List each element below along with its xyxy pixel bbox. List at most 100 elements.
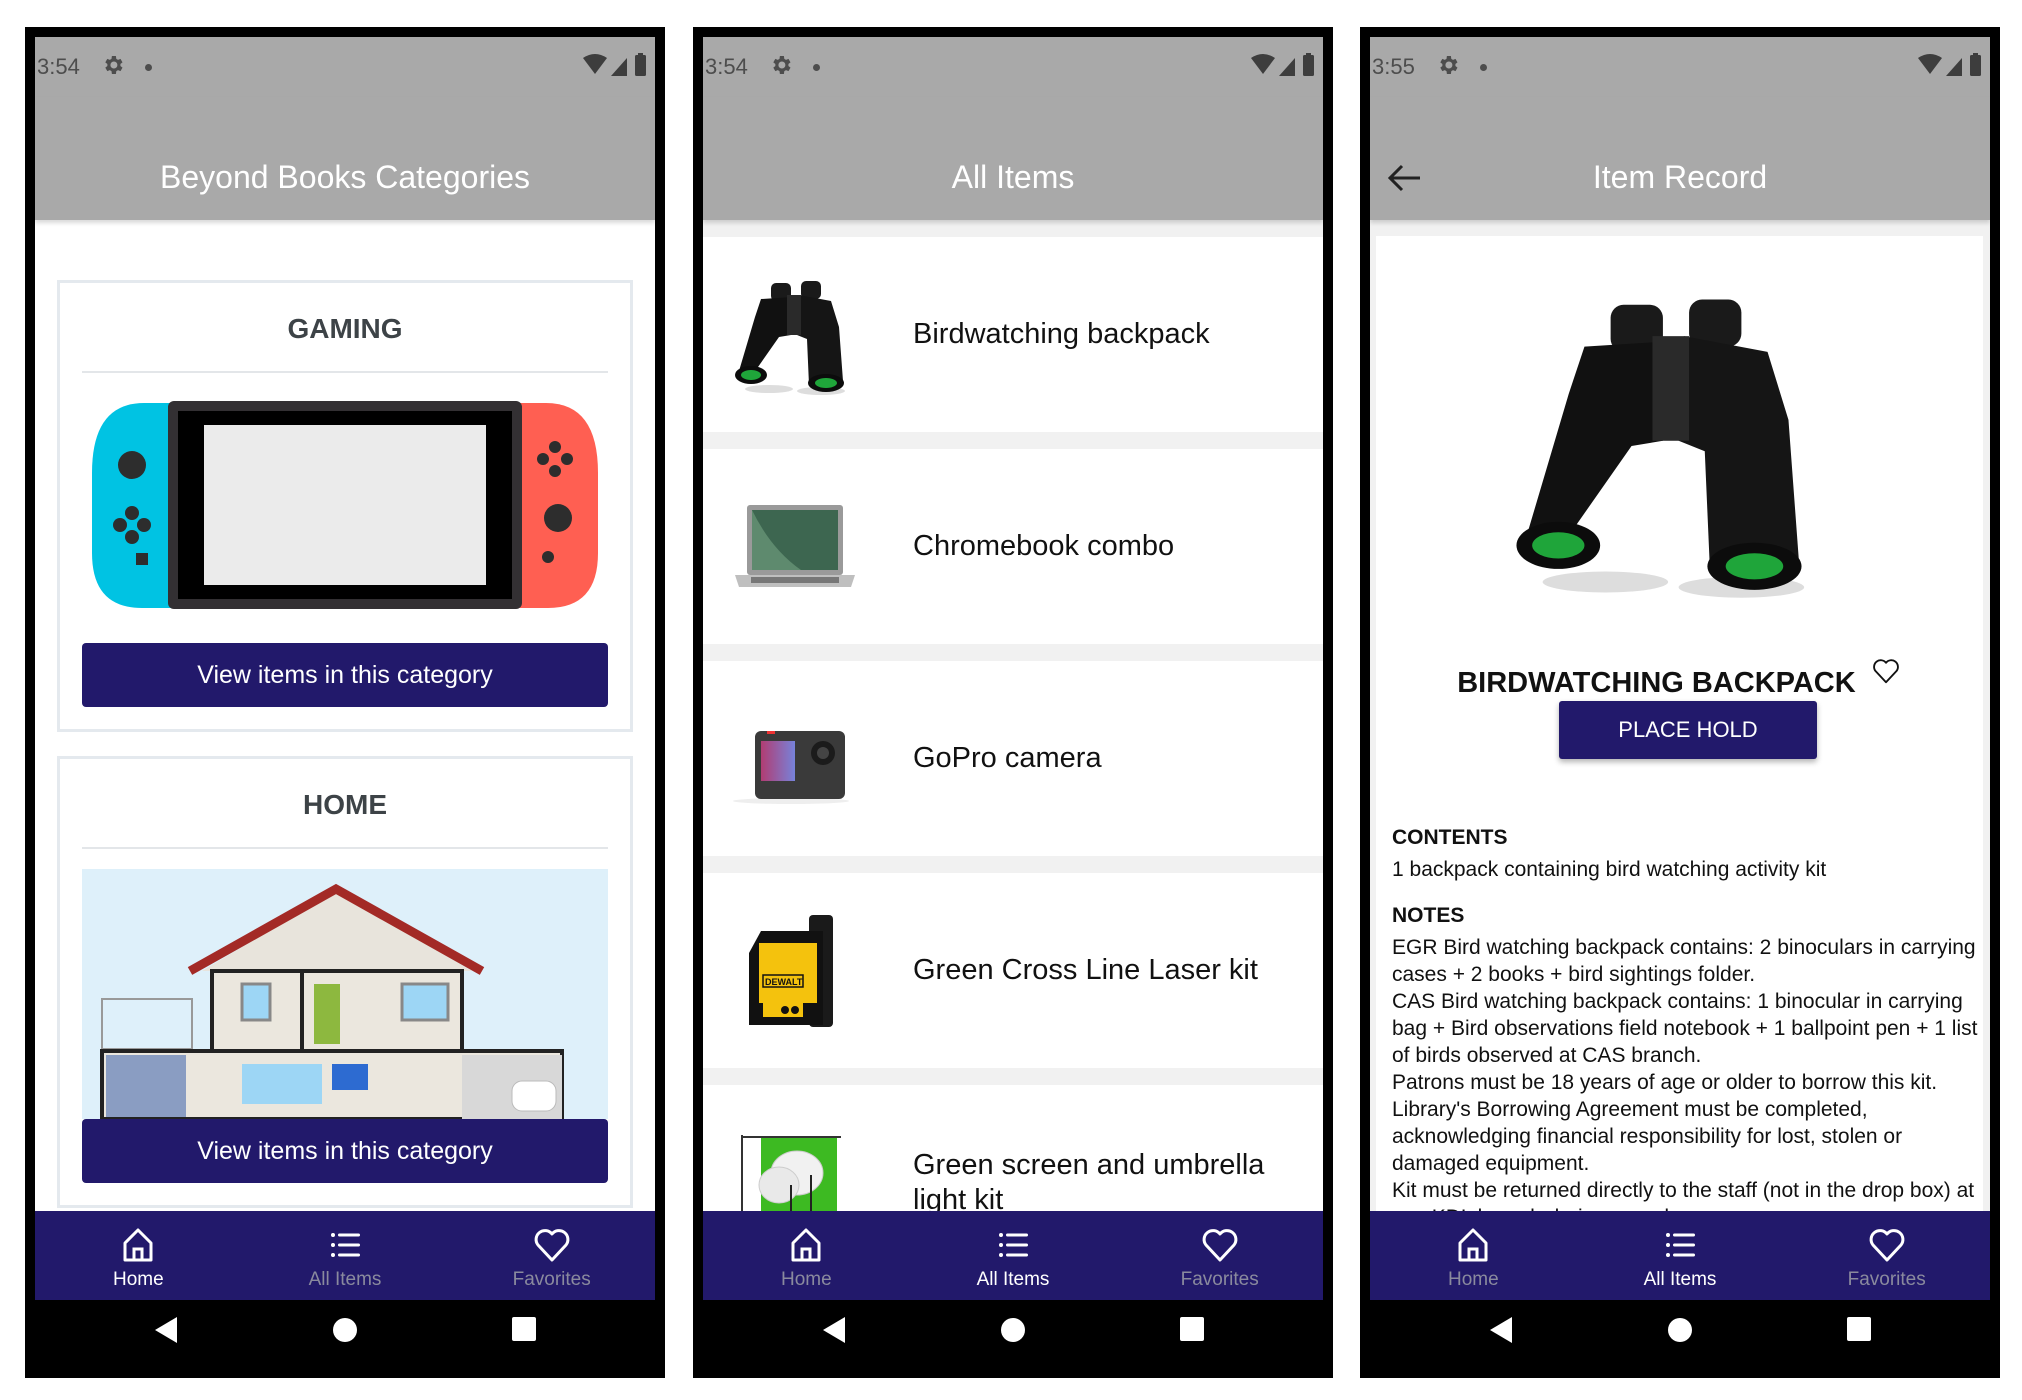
wifi-signal-battery-icon — [583, 52, 653, 78]
notification-dot-icon — [813, 64, 820, 71]
page-title: Beyond Books Categories — [160, 159, 530, 195]
system-navigation-bar — [35, 1290, 655, 1368]
notes-section: NOTES EGR Bird watching backpack contain… — [1392, 904, 1982, 1231]
list-icon — [993, 1225, 1033, 1265]
nav-label: Home — [780, 1269, 832, 1290]
binoculars-image — [1506, 286, 1846, 606]
back-triangle-icon[interactable] — [155, 1317, 177, 1343]
home-icon — [118, 1225, 158, 1265]
home-circle-icon[interactable] — [332, 1317, 358, 1343]
app-bar: All Items — [703, 97, 1323, 220]
system-navigation-bar — [703, 1290, 1323, 1368]
nav-home[interactable]: Home — [35, 1211, 242, 1300]
nav-label: All Items — [1643, 1269, 1717, 1290]
screen: 3:55 Item Record BIRDWATCHING BACKPACK P… — [1370, 37, 1990, 1300]
list-item[interactable]: GoPro camera — [703, 661, 1323, 856]
list-item[interactable]: DEWALT Green Cross Line Laser kit — [703, 873, 1323, 1068]
wifi-signal-battery-icon — [1918, 52, 1988, 78]
bottom-navigation: Home All Items Favorites — [703, 1211, 1323, 1300]
recents-square-icon[interactable] — [512, 1317, 536, 1341]
nav-label: Home — [1447, 1269, 1499, 1290]
nav-all-items[interactable]: All Items — [1577, 1211, 1784, 1300]
home-circle-icon[interactable] — [1000, 1317, 1026, 1343]
screen: 3:54 All Items Birdwatching backpack Chr… — [703, 37, 1323, 1300]
phone-all-items-screen: 3:54 All Items Birdwatching backpack Chr… — [693, 27, 1333, 1378]
home-icon — [786, 1225, 826, 1265]
home-icon — [1453, 1225, 1493, 1265]
nav-label: Favorites — [1847, 1269, 1926, 1290]
notification-dot-icon — [1480, 64, 1487, 71]
status-time: 3:54 — [705, 54, 748, 79]
recents-square-icon[interactable] — [1847, 1317, 1871, 1341]
category-card-gaming: GAMING View items in this category — [57, 280, 633, 732]
view-category-button[interactable]: View items in this category — [82, 643, 608, 707]
page-title: All Items — [951, 159, 1075, 195]
nav-favorites[interactable]: Favorites — [448, 1211, 655, 1300]
back-triangle-icon[interactable] — [823, 1317, 845, 1343]
notes-heading: NOTES — [1392, 904, 1465, 927]
favorite-heart-icon[interactable] — [1870, 656, 1902, 686]
back-triangle-icon[interactable] — [1490, 1317, 1512, 1343]
items-list[interactable]: Birdwatching backpack Chromebook combo G… — [703, 220, 1323, 1250]
nav-favorites[interactable]: Favorites — [1783, 1211, 1990, 1300]
item-title-row: BIRDWATCHING BACKPACK — [1376, 656, 1983, 700]
nav-label: All Items — [308, 1269, 382, 1290]
list-icon — [1660, 1225, 1700, 1265]
settings-gear-icon — [101, 53, 125, 77]
status-bar: 3:55 — [1370, 37, 1990, 97]
item-title: BIRDWATCHING BACKPACK — [1457, 667, 1856, 699]
settings-gear-icon — [1436, 53, 1460, 77]
nav-label: Favorites — [512, 1269, 591, 1290]
place-hold-button[interactable]: PLACE HOLD — [1559, 701, 1817, 759]
item-record-card: BIRDWATCHING BACKPACK PLACE HOLD CONTENT… — [1376, 236, 1983, 1250]
heart-icon — [1200, 1225, 1240, 1265]
home-circle-icon[interactable] — [1667, 1317, 1693, 1343]
item-name: Green Cross Line Laser kit — [913, 954, 1258, 986]
nintendo-switch-image — [92, 401, 598, 609]
heart-icon — [532, 1225, 572, 1265]
nav-favorites[interactable]: Favorites — [1116, 1211, 1323, 1300]
recents-square-icon[interactable] — [1180, 1317, 1204, 1341]
divider — [82, 371, 608, 373]
laptop-thumbnail — [735, 505, 855, 587]
nav-home[interactable]: Home — [703, 1211, 910, 1300]
contents-section: CONTENTS 1 backpack containing bird watc… — [1392, 826, 1982, 883]
list-item[interactable]: Birdwatching backpack — [703, 237, 1323, 432]
nav-home[interactable]: Home — [1370, 1211, 1577, 1300]
item-record-content[interactable]: BIRDWATCHING BACKPACK PLACE HOLD CONTENT… — [1370, 220, 1990, 1250]
notes-text: Patrons must be 18 years of age or older… — [1392, 1071, 1938, 1175]
categories-list[interactable]: GAMING View items in this category HOME … — [35, 220, 655, 1250]
status-bar: 3:54 — [35, 37, 655, 97]
phone-categories-screen: 3:54 Beyond Books Categories GAMING View… — [25, 27, 665, 1378]
contents-heading: CONTENTS — [1392, 826, 1508, 849]
dewalt-logo: DEWALT — [765, 977, 803, 987]
divider — [82, 847, 608, 849]
category-card-home: HOME View items in this category — [57, 756, 633, 1208]
app-bar: Beyond Books Categories — [35, 97, 655, 220]
house-illustration-image — [82, 869, 608, 1119]
page-title: Item Record — [1592, 159, 1768, 195]
status-time: 3:55 — [1372, 54, 1415, 79]
heart-icon — [1867, 1225, 1907, 1265]
item-name: GoPro camera — [913, 742, 1102, 774]
notification-dot-icon — [145, 64, 152, 71]
list-item[interactable]: Chromebook combo — [703, 449, 1323, 644]
bottom-navigation: Home All Items Favorites — [35, 1211, 655, 1300]
phone-item-record-screen: 3:55 Item Record BIRDWATCHING BACKPACK P… — [1360, 27, 2000, 1378]
wifi-signal-battery-icon — [1251, 52, 1321, 78]
laser-level-thumbnail: DEWALT — [749, 915, 833, 1027]
list-icon — [325, 1225, 365, 1265]
category-title: GAMING — [287, 313, 403, 344]
view-category-button[interactable]: View items in this category — [82, 1119, 608, 1183]
gopro-thumbnail — [733, 731, 849, 804]
binoculars-thumbnail — [731, 277, 861, 397]
item-name: Chromebook combo — [913, 530, 1175, 562]
app-bar: Item Record — [1370, 97, 1990, 220]
screen: 3:54 Beyond Books Categories GAMING View… — [35, 37, 655, 1300]
nav-label: Favorites — [1180, 1269, 1259, 1290]
item-name: Birdwatching backpack — [913, 318, 1210, 350]
nav-all-items[interactable]: All Items — [242, 1211, 449, 1300]
system-navigation-bar — [1370, 1290, 1990, 1368]
nav-all-items[interactable]: All Items — [910, 1211, 1117, 1300]
contents-text: 1 backpack containing bird watching acti… — [1392, 858, 1827, 881]
